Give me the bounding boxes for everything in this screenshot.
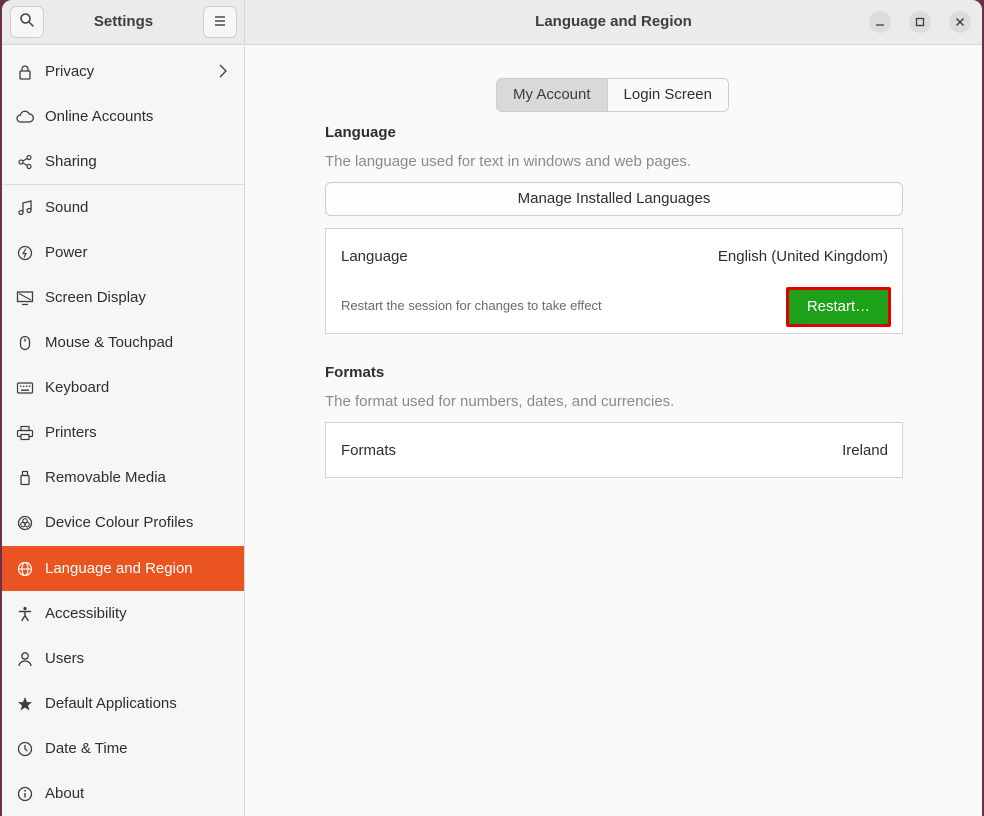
lock-icon bbox=[16, 63, 34, 81]
language-row-value: English (United Kingdom) bbox=[717, 248, 888, 265]
sidebar-item-label: Device Colour Profiles bbox=[45, 514, 194, 531]
sidebar-item-accessibility[interactable]: Accessibility bbox=[2, 591, 244, 636]
sidebar-item-users[interactable]: Users bbox=[2, 636, 244, 681]
sidebar-item-label: Users bbox=[45, 650, 85, 667]
formats-row-value: Ireland bbox=[842, 442, 888, 459]
formats-row[interactable]: Formats Ireland bbox=[326, 423, 902, 477]
sidebar-item-label: Screen Display bbox=[45, 289, 146, 306]
sidebar-item-label: Language and Region bbox=[45, 560, 193, 577]
tab-login-screen[interactable]: Login Screen bbox=[607, 79, 728, 111]
sidebar-item-power[interactable]: Power bbox=[2, 230, 244, 275]
sidebar-item-device-colour-profiles[interactable]: Device Colour Profiles bbox=[2, 500, 244, 545]
sidebar-item-date-time[interactable]: Date & Time bbox=[2, 726, 244, 771]
sidebar-title: Settings bbox=[93, 13, 154, 30]
star-icon bbox=[16, 695, 34, 713]
sidebar-item-label: Mouse & Touchpad bbox=[45, 334, 174, 351]
sidebar-item-label: Sharing bbox=[45, 153, 97, 170]
sidebar-item-privacy[interactable]: Privacy bbox=[2, 49, 244, 94]
keyboard-icon bbox=[16, 379, 34, 397]
colour-profile-icon bbox=[16, 514, 34, 532]
sidebar-item-label: Keyboard bbox=[45, 379, 110, 396]
info-icon bbox=[16, 785, 34, 803]
settings-window: Settings Language and Region Privacy Onl… bbox=[2, 0, 982, 816]
search-icon bbox=[19, 12, 35, 32]
sidebar-item-sound[interactable]: Sound bbox=[2, 185, 244, 230]
sidebar-item-online-accounts[interactable]: Online Accounts bbox=[2, 94, 244, 139]
maximize-button[interactable] bbox=[909, 11, 931, 33]
language-row-label: Language bbox=[341, 248, 408, 265]
mouse-icon bbox=[16, 334, 34, 352]
sidebar-item-sharing[interactable]: Sharing bbox=[2, 139, 244, 184]
formats-row-label: Formats bbox=[341, 442, 397, 459]
removable-media-icon bbox=[16, 469, 34, 487]
menu-button[interactable] bbox=[203, 6, 237, 38]
sidebar-item-label: Privacy bbox=[45, 63, 95, 80]
share-icon bbox=[16, 153, 34, 171]
sidebar-item-screen-display[interactable]: Screen Display bbox=[2, 275, 244, 320]
manage-installed-languages-button[interactable]: Manage Installed Languages bbox=[325, 182, 903, 216]
restart-note: Restart the session for changes to take … bbox=[341, 298, 602, 313]
sidebar-item-label: Power bbox=[45, 244, 88, 261]
music-note-icon bbox=[16, 199, 34, 217]
sidebar-item-label: Date & Time bbox=[45, 740, 128, 757]
search-button[interactable] bbox=[10, 6, 44, 38]
restart-button[interactable]: Restart… bbox=[789, 290, 888, 324]
language-section-title: Language bbox=[325, 124, 396, 141]
minimize-button[interactable] bbox=[869, 11, 891, 33]
formats-section-title: Formats bbox=[325, 364, 385, 381]
sidebar-item-printers[interactable]: Printers bbox=[2, 410, 244, 455]
minimize-icon bbox=[875, 14, 885, 31]
close-button[interactable] bbox=[949, 11, 971, 33]
hamburger-menu-icon bbox=[213, 14, 227, 31]
language-section-subtitle: The language used for text in windows an… bbox=[325, 153, 692, 170]
clock-icon bbox=[16, 740, 34, 758]
main-header: Language and Region bbox=[245, 0, 982, 45]
restart-highlight: Restart… bbox=[786, 287, 891, 327]
sidebar-item-label: Printers bbox=[45, 424, 97, 441]
printer-icon bbox=[16, 424, 34, 442]
sidebar-item-label: Sound bbox=[45, 199, 89, 216]
sidebar-item-label: Removable Media bbox=[45, 469, 166, 486]
formats-section-subtitle: The format used for numbers, dates, and … bbox=[325, 393, 675, 410]
cloud-icon bbox=[16, 108, 34, 126]
sidebar-item-label: About bbox=[45, 785, 85, 802]
close-icon bbox=[955, 14, 965, 31]
sidebar-item-mouse-touchpad[interactable]: Mouse & Touchpad bbox=[2, 320, 244, 365]
sidebar-item-label: Accessibility bbox=[45, 605, 127, 622]
account-tabs: My Account Login Screen bbox=[496, 78, 729, 112]
maximize-icon bbox=[915, 14, 925, 31]
chevron-right-icon bbox=[219, 64, 227, 82]
sidebar-item-label: Default Applications bbox=[45, 695, 177, 712]
display-icon bbox=[16, 289, 34, 307]
tab-my-account[interactable]: My Account bbox=[497, 79, 608, 111]
sidebar-item-removable-media[interactable]: Removable Media bbox=[2, 455, 244, 500]
sidebar-header: Settings bbox=[2, 0, 245, 45]
formats-card: Formats Ireland bbox=[325, 422, 903, 478]
language-row[interactable]: Language English (United Kingdom) bbox=[326, 229, 902, 283]
sidebar-item-language-and-region[interactable]: Language and Region bbox=[2, 546, 244, 591]
sidebar-item-default-applications[interactable]: Default Applications bbox=[2, 681, 244, 726]
sidebar-item-about[interactable]: About bbox=[2, 771, 244, 816]
accessibility-icon bbox=[16, 605, 34, 623]
sidebar: Privacy Online Accounts Sharing Sound Po… bbox=[2, 46, 245, 816]
language-card: Language English (United Kingdom) Restar… bbox=[325, 228, 903, 334]
globe-icon bbox=[16, 560, 34, 578]
sidebar-item-label: Online Accounts bbox=[45, 108, 154, 125]
sidebar-item-keyboard[interactable]: Keyboard bbox=[2, 365, 244, 410]
user-icon bbox=[16, 650, 34, 668]
power-icon bbox=[16, 244, 34, 262]
